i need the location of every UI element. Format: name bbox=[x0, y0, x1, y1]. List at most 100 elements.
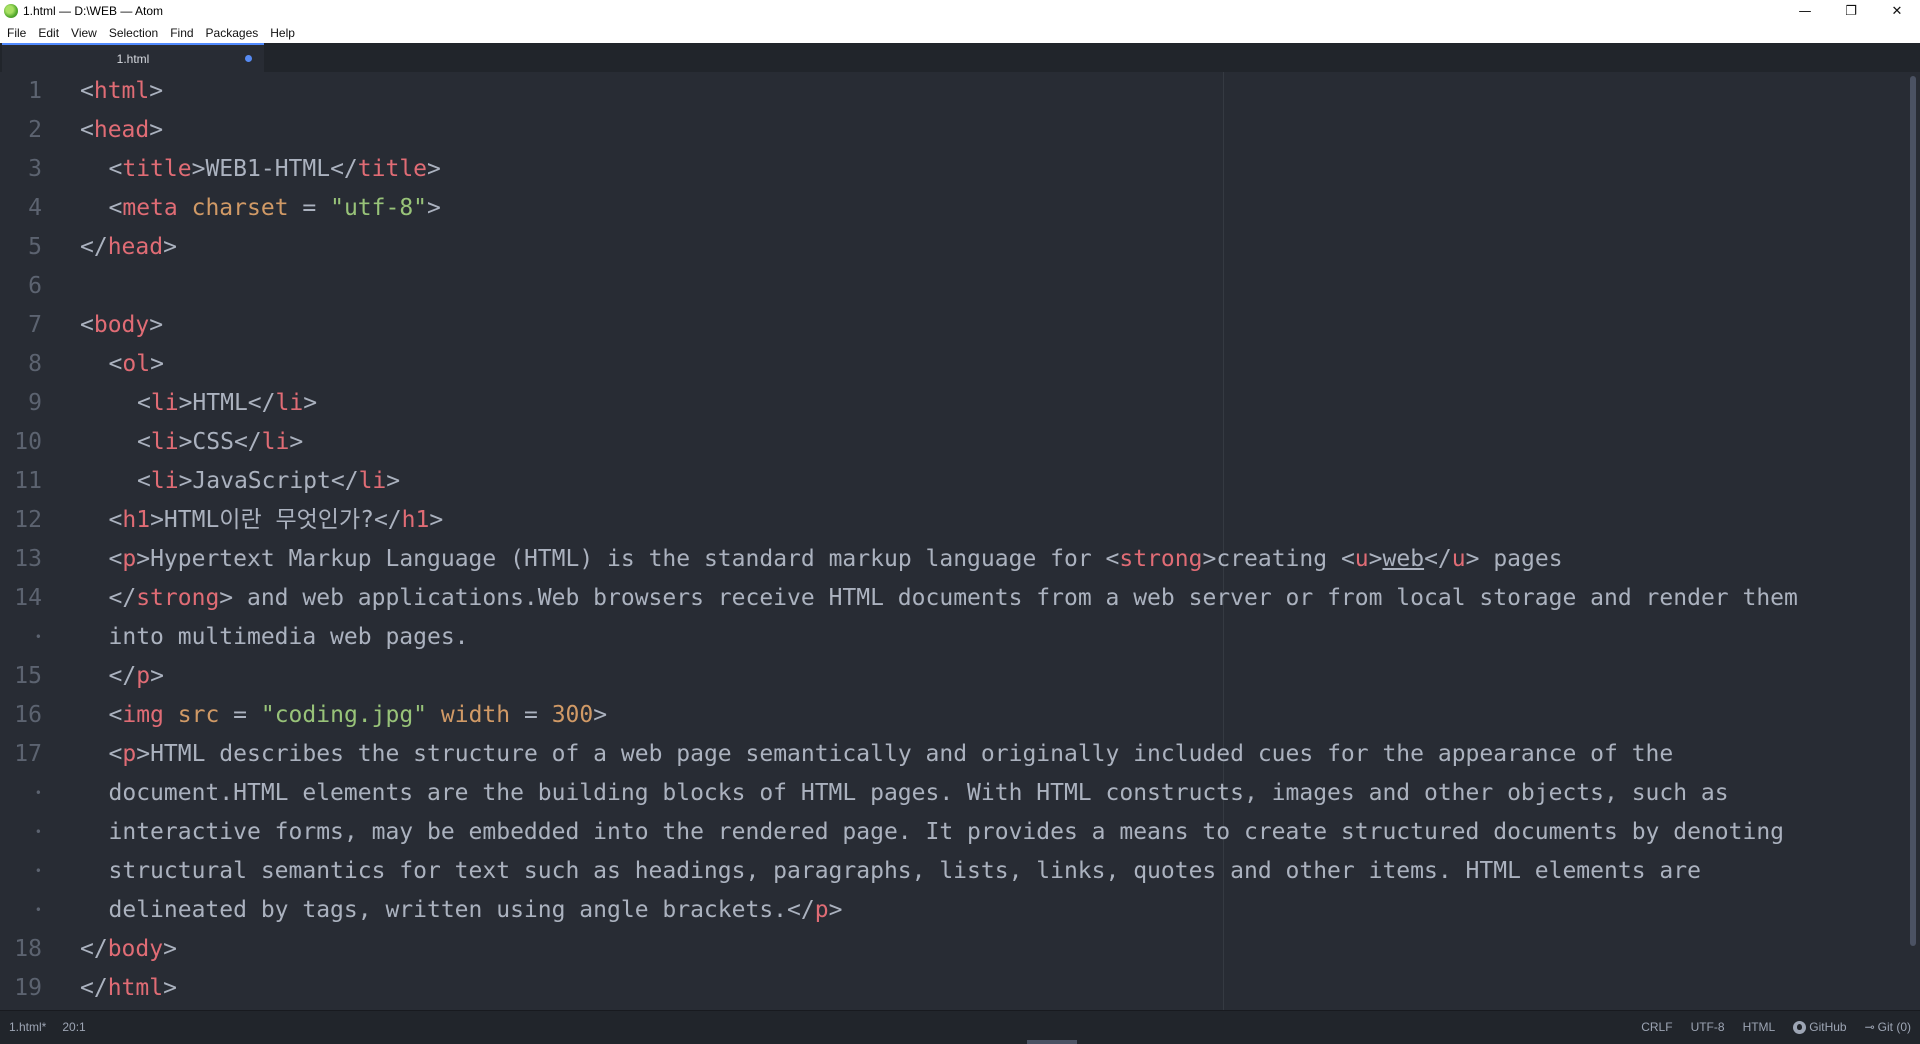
status-github[interactable]: GitHub bbox=[1793, 1020, 1847, 1034]
token-p: > bbox=[429, 507, 444, 533]
code-line[interactable]: 13 <p>Hypertext Markup Language (HTML) is… bbox=[0, 540, 1900, 579]
line-number[interactable]: 5 bbox=[0, 228, 42, 267]
line-number[interactable]: 15 bbox=[0, 657, 42, 696]
token-tag: p bbox=[122, 546, 137, 572]
modified-dot-icon[interactable] bbox=[245, 55, 252, 62]
token-p: > bbox=[163, 234, 177, 260]
line-number[interactable]: 14 bbox=[0, 579, 42, 618]
close-button[interactable]: ✕ bbox=[1874, 0, 1920, 22]
code-line[interactable]: • document.HTML elements are the building… bbox=[0, 774, 1900, 813]
line-number[interactable]: 6 bbox=[0, 267, 42, 306]
tab-label: 1.html bbox=[116, 52, 150, 66]
status-line-ending[interactable]: CRLF bbox=[1641, 1020, 1672, 1034]
horizontal-scrollbar[interactable] bbox=[1027, 1040, 1077, 1044]
token-p bbox=[164, 702, 178, 728]
line-number[interactable]: 16 bbox=[0, 696, 42, 735]
status-github-label: GitHub bbox=[1809, 1020, 1847, 1034]
soft-wrap-indicator[interactable]: • bbox=[0, 774, 42, 813]
code-text: <li>CSS</li> bbox=[137, 423, 303, 462]
code-line[interactable]: • delineated by tags, written using angle… bbox=[0, 891, 1900, 930]
code-line[interactable]: 10 <li>CSS</li> bbox=[0, 423, 1900, 462]
vertical-scrollbar[interactable] bbox=[1910, 76, 1916, 946]
token-p: >creating < bbox=[1202, 546, 1355, 572]
token-p: > and web applications.Web browsers rece… bbox=[219, 585, 1798, 611]
tab-1-html[interactable]: 1.html bbox=[2, 43, 264, 72]
soft-wrap-indicator[interactable]: • bbox=[0, 618, 42, 657]
soft-wrap-indicator[interactable]: • bbox=[0, 852, 42, 891]
line-number[interactable]: 7 bbox=[0, 306, 42, 345]
code-line[interactable]: 9 <li>HTML</li> bbox=[0, 384, 1900, 423]
code-text: <img src = "coding.jpg" width = 300> bbox=[109, 696, 608, 735]
code-line[interactable]: 2 <head> bbox=[0, 111, 1900, 150]
code-line[interactable]: 15 </p> bbox=[0, 657, 1900, 696]
status-git[interactable]: ⊸ Git (0) bbox=[1865, 1020, 1911, 1034]
line-number[interactable]: 1 bbox=[0, 72, 42, 111]
code-line[interactable]: 11 <li>JavaScript</li> bbox=[0, 462, 1900, 501]
status-file-name[interactable]: 1.html* bbox=[9, 1020, 46, 1034]
code-text: </head> bbox=[80, 228, 177, 267]
code-line[interactable]: 7 <body> bbox=[0, 306, 1900, 345]
soft-wrap-indicator[interactable]: • bbox=[0, 891, 42, 930]
token-attr: charset bbox=[191, 195, 289, 221]
status-cursor-position[interactable]: 20:1 bbox=[62, 1020, 85, 1034]
code-line[interactable]: • into multimedia web pages. bbox=[0, 618, 1900, 657]
status-encoding[interactable]: UTF-8 bbox=[1691, 1020, 1725, 1034]
token-p: > bbox=[150, 351, 164, 377]
line-number[interactable]: 17 bbox=[0, 735, 42, 774]
code-line[interactable]: 3 <title>WEB1-HTML</title> bbox=[0, 150, 1900, 189]
line-number[interactable]: 19 bbox=[0, 969, 42, 1008]
menu-view[interactable]: View bbox=[65, 26, 103, 40]
line-number[interactable]: 4 bbox=[0, 189, 42, 228]
line-number[interactable]: 18 bbox=[0, 930, 42, 969]
code-line[interactable]: • interactive forms, may be embedded into… bbox=[0, 813, 1900, 852]
line-number[interactable]: 13 bbox=[0, 540, 42, 579]
code-line[interactable]: 1 <html> bbox=[0, 72, 1900, 111]
token-tag: body bbox=[107, 936, 164, 962]
line-number[interactable]: 9 bbox=[0, 384, 42, 423]
token-p: > bbox=[289, 429, 304, 455]
token-p: >JavaScript</ bbox=[178, 468, 359, 494]
token-p: > bbox=[149, 117, 164, 143]
line-number[interactable]: 2 bbox=[0, 111, 42, 150]
code-line[interactable]: 8 <ol> bbox=[0, 345, 1900, 384]
menu-selection[interactable]: Selection bbox=[103, 26, 164, 40]
restore-button[interactable]: ❐ bbox=[1828, 0, 1874, 22]
code-line[interactable]: 4 <meta charset = "utf-8"> bbox=[0, 189, 1900, 228]
token-tag: li bbox=[358, 468, 387, 494]
line-number[interactable]: 10 bbox=[0, 423, 42, 462]
menu-find[interactable]: Find bbox=[164, 26, 199, 40]
code-line[interactable]: 5 </head> bbox=[0, 228, 1900, 267]
line-number[interactable]: 8 bbox=[0, 345, 42, 384]
token-p: into multimedia web pages. bbox=[108, 624, 469, 650]
line-number[interactable]: 3 bbox=[0, 150, 42, 189]
line-number[interactable]: 12 bbox=[0, 501, 42, 540]
token-p: </ bbox=[108, 663, 137, 689]
code-line[interactable]: 18 </body> bbox=[0, 930, 1900, 969]
token-p: >HTML</ bbox=[178, 390, 276, 416]
code-line[interactable]: 12 <h1>HTML이란 무엇인가?</h1> bbox=[0, 501, 1900, 540]
line-number[interactable]: 11 bbox=[0, 462, 42, 501]
code-text: <li>HTML</li> bbox=[137, 384, 317, 423]
menu-file[interactable]: File bbox=[0, 26, 32, 40]
text-editor[interactable]: 1 <html> 2 <head> 3 <title>WEB1-HTML</title> 4… bbox=[0, 72, 1920, 1010]
soft-wrap-indicator[interactable]: • bbox=[0, 813, 42, 852]
code-line[interactable]: 6 bbox=[0, 267, 1900, 306]
menu-help[interactable]: Help bbox=[264, 26, 301, 40]
code-line[interactable]: 16 <img src = "coding.jpg" width = 300> bbox=[0, 696, 1900, 735]
code-text: <ol> bbox=[109, 345, 164, 384]
token-tag: li bbox=[261, 429, 290, 455]
token-p: </ bbox=[1424, 546, 1452, 572]
token-p: >HTML이란 무엇인가?</ bbox=[150, 507, 402, 533]
code-text: <title>WEB1-HTML</title> bbox=[109, 150, 441, 189]
token-p: < bbox=[80, 117, 94, 143]
minimize-button[interactable]: — bbox=[1782, 0, 1828, 22]
token-p: < bbox=[108, 546, 123, 572]
code-line[interactable]: 19 </html> bbox=[0, 969, 1900, 1008]
code-line[interactable]: • structural semantics for text such as h… bbox=[0, 852, 1900, 891]
menu-edit[interactable]: Edit bbox=[32, 26, 65, 40]
code-line[interactable]: 17 <p>HTML describes the structure of a w… bbox=[0, 735, 1900, 774]
status-grammar[interactable]: HTML bbox=[1743, 1020, 1776, 1034]
code-line[interactable]: 14 </strong> and web applications.Web bro… bbox=[0, 579, 1900, 618]
code-text: into multimedia web pages. bbox=[109, 618, 469, 657]
menu-packages[interactable]: Packages bbox=[200, 26, 265, 40]
